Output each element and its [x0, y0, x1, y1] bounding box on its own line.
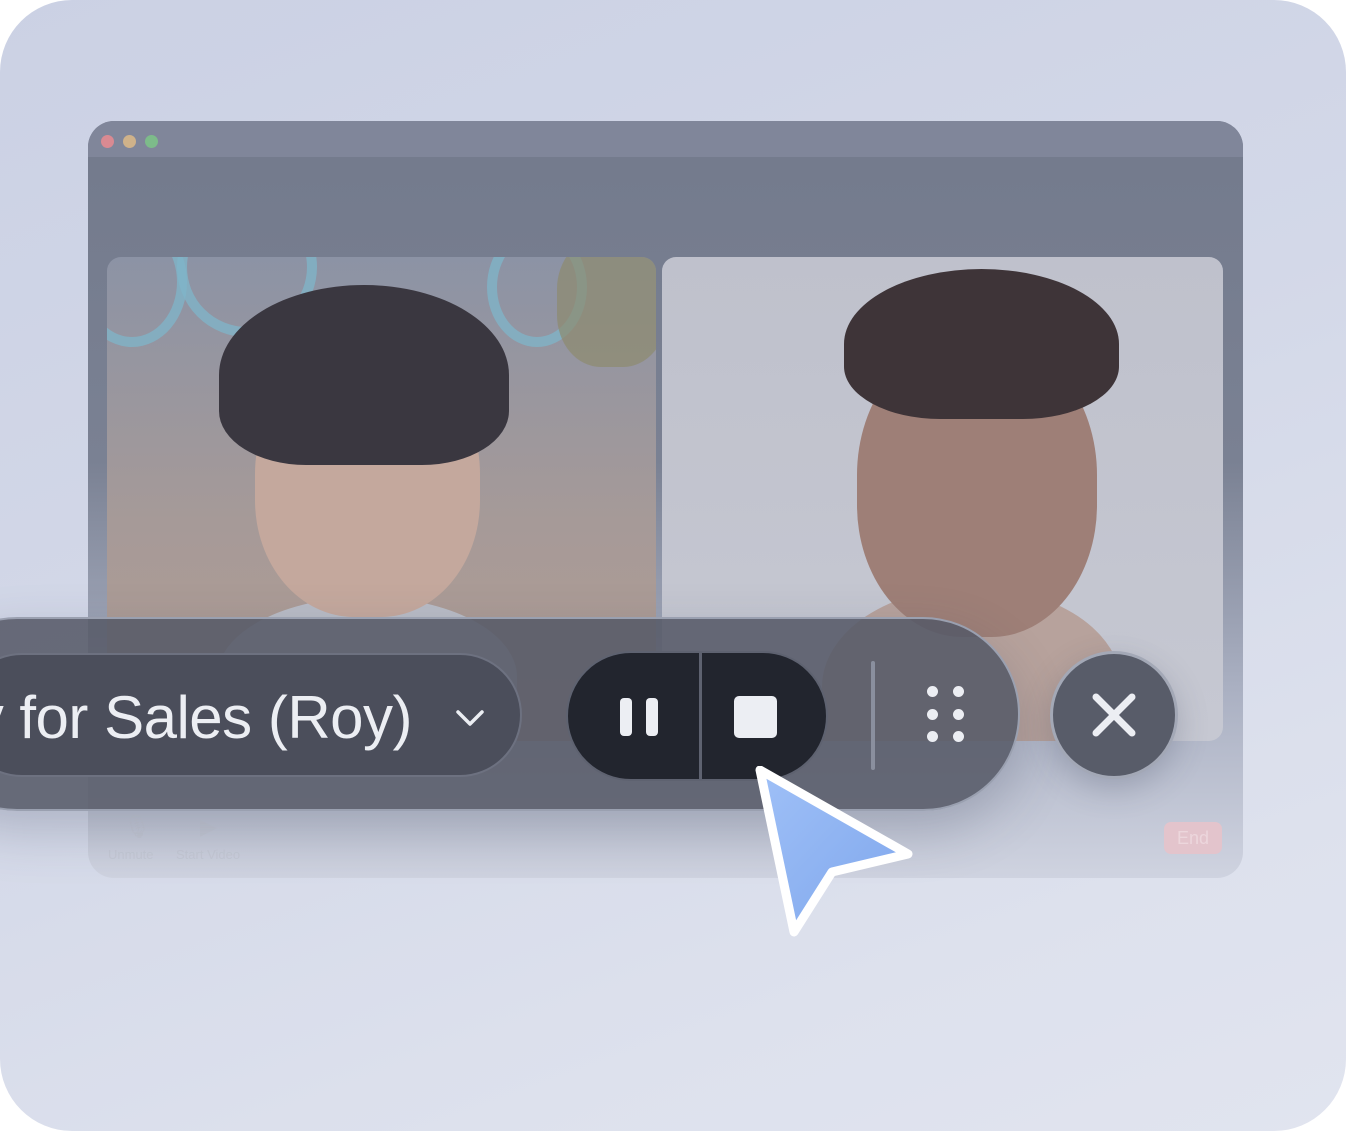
session-select-dropdown[interactable]: y for Sales (Roy)	[0, 653, 522, 777]
background-card: 🎙 Unmute ▶ Start Video End y for Sales (…	[0, 0, 1346, 1131]
stop-icon	[734, 696, 777, 738]
window-minimize-dot[interactable]	[123, 135, 136, 148]
session-select-label: y for Sales (Roy)	[0, 684, 413, 751]
neon-sign-decoration	[107, 257, 187, 347]
recording-controls-group	[566, 651, 828, 781]
drag-handle-icon[interactable]	[920, 684, 972, 746]
window-close-dot[interactable]	[101, 135, 114, 148]
mute-button-label[interactable]: Unmute	[108, 847, 154, 862]
microphone-icon[interactable]: 🎙	[123, 814, 151, 840]
meeting-controls-bar: 🎙 Unmute ▶ Start Video End	[88, 808, 1243, 878]
video-button-label[interactable]: Start Video	[176, 847, 240, 862]
stop-button[interactable]	[702, 653, 826, 779]
close-recorder-button[interactable]	[1050, 651, 1178, 779]
toolbar-separator	[871, 661, 875, 770]
pause-button[interactable]	[568, 653, 698, 779]
end-meeting-button[interactable]: End	[1164, 822, 1222, 854]
chevron-down-icon[interactable]	[455, 703, 485, 733]
window-maximize-dot[interactable]	[145, 135, 158, 148]
close-icon	[1092, 693, 1136, 737]
video-camera-icon[interactable]: ▶	[200, 814, 217, 840]
window-titlebar	[88, 121, 1243, 157]
mouse-pointer-icon	[755, 766, 913, 937]
